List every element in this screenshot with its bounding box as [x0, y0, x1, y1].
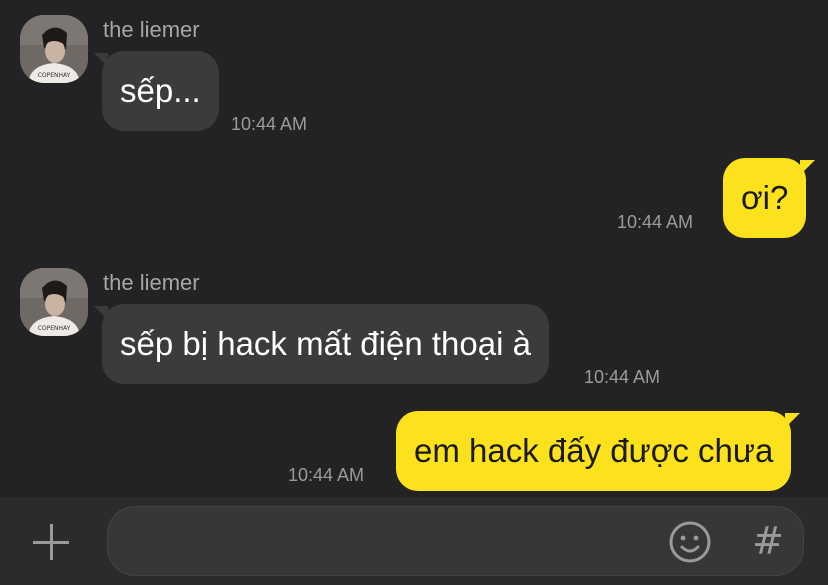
message-composer: #: [0, 497, 828, 585]
message-timestamp: 10:44 AM: [617, 212, 694, 232]
message-input[interactable]: [128, 507, 648, 575]
message-bubble-outgoing[interactable]: em hack đấy được chưa: [396, 411, 801, 491]
avatar[interactable]: COPENHAY: [20, 268, 88, 336]
avatar-photo: COPENHAY: [20, 268, 88, 336]
svg-text:COPENHAY: COPENHAY: [38, 325, 71, 332]
message-text: sếp bị hack mất điện thoại à: [120, 325, 531, 362]
chat-area: COPENHAY the liemer sếp... 10:44 AM 10:4…: [0, 0, 828, 497]
plus-icon[interactable]: [30, 521, 72, 563]
sender-name: the liemer: [103, 17, 200, 42]
message-bubble-incoming[interactable]: sếp...: [94, 51, 219, 131]
emoji-icon[interactable]: [668, 520, 712, 564]
message-bubble-incoming[interactable]: sếp bị hack mất điện thoại à: [94, 304, 549, 384]
message-text: em hack đấy được chưa: [414, 432, 774, 469]
sender-name: the liemer: [103, 270, 200, 295]
hashtag-icon[interactable]: #: [748, 519, 788, 563]
message-timestamp: 10:44 AM: [231, 114, 308, 134]
message-timestamp: 10:44 AM: [288, 465, 365, 485]
avatar-photo: COPENHAY: [20, 15, 88, 83]
message-timestamp: 10:44 AM: [584, 367, 661, 387]
message-text: ơi?: [741, 179, 789, 216]
message-bubble-outgoing[interactable]: ơi?: [723, 158, 816, 238]
avatar[interactable]: COPENHAY: [20, 15, 88, 83]
svg-text:COPENHAY: COPENHAY: [38, 72, 71, 79]
message-text: sếp...: [120, 72, 201, 109]
message-input-container[interactable]: #: [107, 506, 804, 576]
